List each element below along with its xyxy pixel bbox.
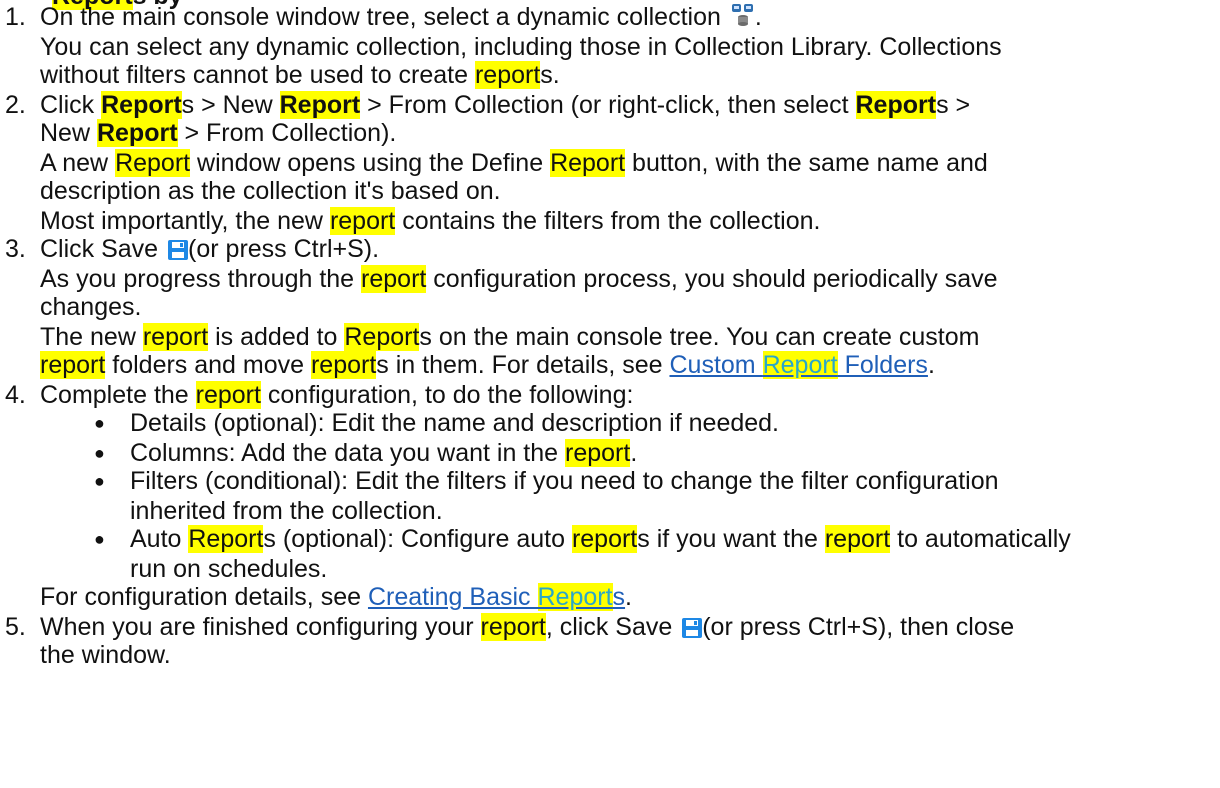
step2-text: New xyxy=(40,119,97,147)
step2-text: > From Collection (or right-click, then … xyxy=(360,91,856,119)
bullet-text: s if you want the xyxy=(637,525,825,553)
highlight-report: Report xyxy=(115,149,191,177)
creating-basic-reports-link[interactable]: Creating Basic Reports xyxy=(368,583,625,611)
highlight-report: Report xyxy=(188,525,264,553)
step1-text: without filters cannot be used to create xyxy=(40,61,475,89)
step-number: 2. xyxy=(5,91,26,119)
highlight-report-bold: Report xyxy=(101,91,182,119)
bullet-icon: ● xyxy=(94,471,105,491)
step3-text: Click Save xyxy=(40,235,166,263)
step3-text: The new xyxy=(40,323,143,351)
highlight-report-bold: Report xyxy=(855,91,937,119)
step4-text: . xyxy=(625,583,632,611)
highlight-report: report xyxy=(480,613,546,641)
step-number: 3. xyxy=(5,235,26,263)
link-text[interactable]: Folders xyxy=(838,351,928,379)
bullet-text: to automatically xyxy=(890,525,1071,553)
bullet-icon: ● xyxy=(94,529,105,549)
highlight-report: report xyxy=(565,439,631,467)
bullet-icon: ● xyxy=(94,443,105,463)
bullet-text: Auto xyxy=(130,525,189,553)
highlight-report: report xyxy=(361,265,427,293)
highlight-report: report xyxy=(40,351,106,379)
step3-text: (or press Ctrl+S). xyxy=(188,235,380,263)
step2-text: window opens using the Define xyxy=(190,149,551,177)
highlight-report-bold: Report xyxy=(96,119,178,147)
link-text[interactable]: s xyxy=(613,583,626,611)
save-icon xyxy=(682,618,703,638)
step1-period: . xyxy=(754,3,762,31)
step2-text: A new xyxy=(40,149,116,177)
step5-text: (or press Ctrl+S), then close xyxy=(702,613,1015,641)
step4-text: Complete the xyxy=(40,381,196,409)
step3-text: s in them. For details, see xyxy=(376,351,670,379)
step1-note: You can select any dynamic collection, i… xyxy=(40,33,1002,61)
custom-report-folders-link[interactable]: Custom Report Folders xyxy=(669,351,928,379)
step1-text: On the main console window tree, select … xyxy=(40,3,721,31)
step3-text: folders and move xyxy=(105,351,311,379)
step-number: 4. xyxy=(5,381,26,409)
bullet-icon: ● xyxy=(94,413,105,433)
highlight-report: report xyxy=(474,61,541,89)
step3-text: . xyxy=(927,351,935,379)
highlight-report: report xyxy=(824,525,891,553)
bullet-text: inherited from the collection. xyxy=(130,497,443,525)
link-text[interactable]: Custom xyxy=(669,351,762,379)
highlight-report: report xyxy=(195,381,261,409)
bullet-text: . xyxy=(630,439,638,467)
step2-text: button, with the same name and xyxy=(625,149,988,177)
bullet-text: Details (optional): Edit the name and de… xyxy=(130,409,779,437)
dynamic-collection-icon xyxy=(731,4,753,26)
step3-text: configuration process, you should period… xyxy=(426,265,998,293)
step2-text: > From Collection). xyxy=(177,119,397,147)
step-number: 1. xyxy=(5,3,26,31)
bullet-text: s (optional): Configure auto xyxy=(263,525,572,553)
step5-text: the window. xyxy=(40,641,171,669)
step2-text: s > New xyxy=(181,91,280,119)
highlight-report: report xyxy=(142,323,209,351)
step3-text: is added to xyxy=(208,323,345,351)
step2-text: description as the collection it's based… xyxy=(40,177,501,205)
highlight-report: report xyxy=(329,207,396,235)
bullet-text: run on schedules. xyxy=(130,555,328,583)
highlight-report: Report xyxy=(344,323,420,351)
bullet-text: Columns: Add the data you want in the xyxy=(130,439,565,467)
step2-text: s > xyxy=(936,91,971,119)
step5-text: , click Save xyxy=(545,613,680,641)
highlight-report: report xyxy=(310,351,377,379)
step2-text: contains the filters from the collection… xyxy=(395,207,821,235)
save-icon xyxy=(168,240,189,260)
step3-text: s on the main console tree. You can crea… xyxy=(419,323,980,351)
link-highlight[interactable]: Report xyxy=(537,583,613,611)
link-highlight[interactable]: Report xyxy=(762,351,838,379)
step4-text: For configuration details, see xyxy=(40,583,368,611)
step5-text: When you are finished configuring your xyxy=(40,613,481,641)
step3-text: changes. xyxy=(40,293,142,321)
bullet-text: Filters (conditional): Edit the filters … xyxy=(130,467,999,495)
step2-text: Most importantly, the new xyxy=(40,207,330,235)
step1-text: s. xyxy=(540,61,560,89)
highlight-report: Report xyxy=(550,149,626,177)
step-number: 5. xyxy=(5,613,26,641)
highlight-report-bold: Report xyxy=(279,91,361,119)
step2-text: Click xyxy=(40,91,102,119)
highlight-report: report xyxy=(571,525,638,553)
link-text[interactable]: Creating Basic xyxy=(368,583,538,611)
step4-text: configuration, to do the following: xyxy=(260,381,634,409)
step3-text: As you progress through the xyxy=(40,265,362,293)
